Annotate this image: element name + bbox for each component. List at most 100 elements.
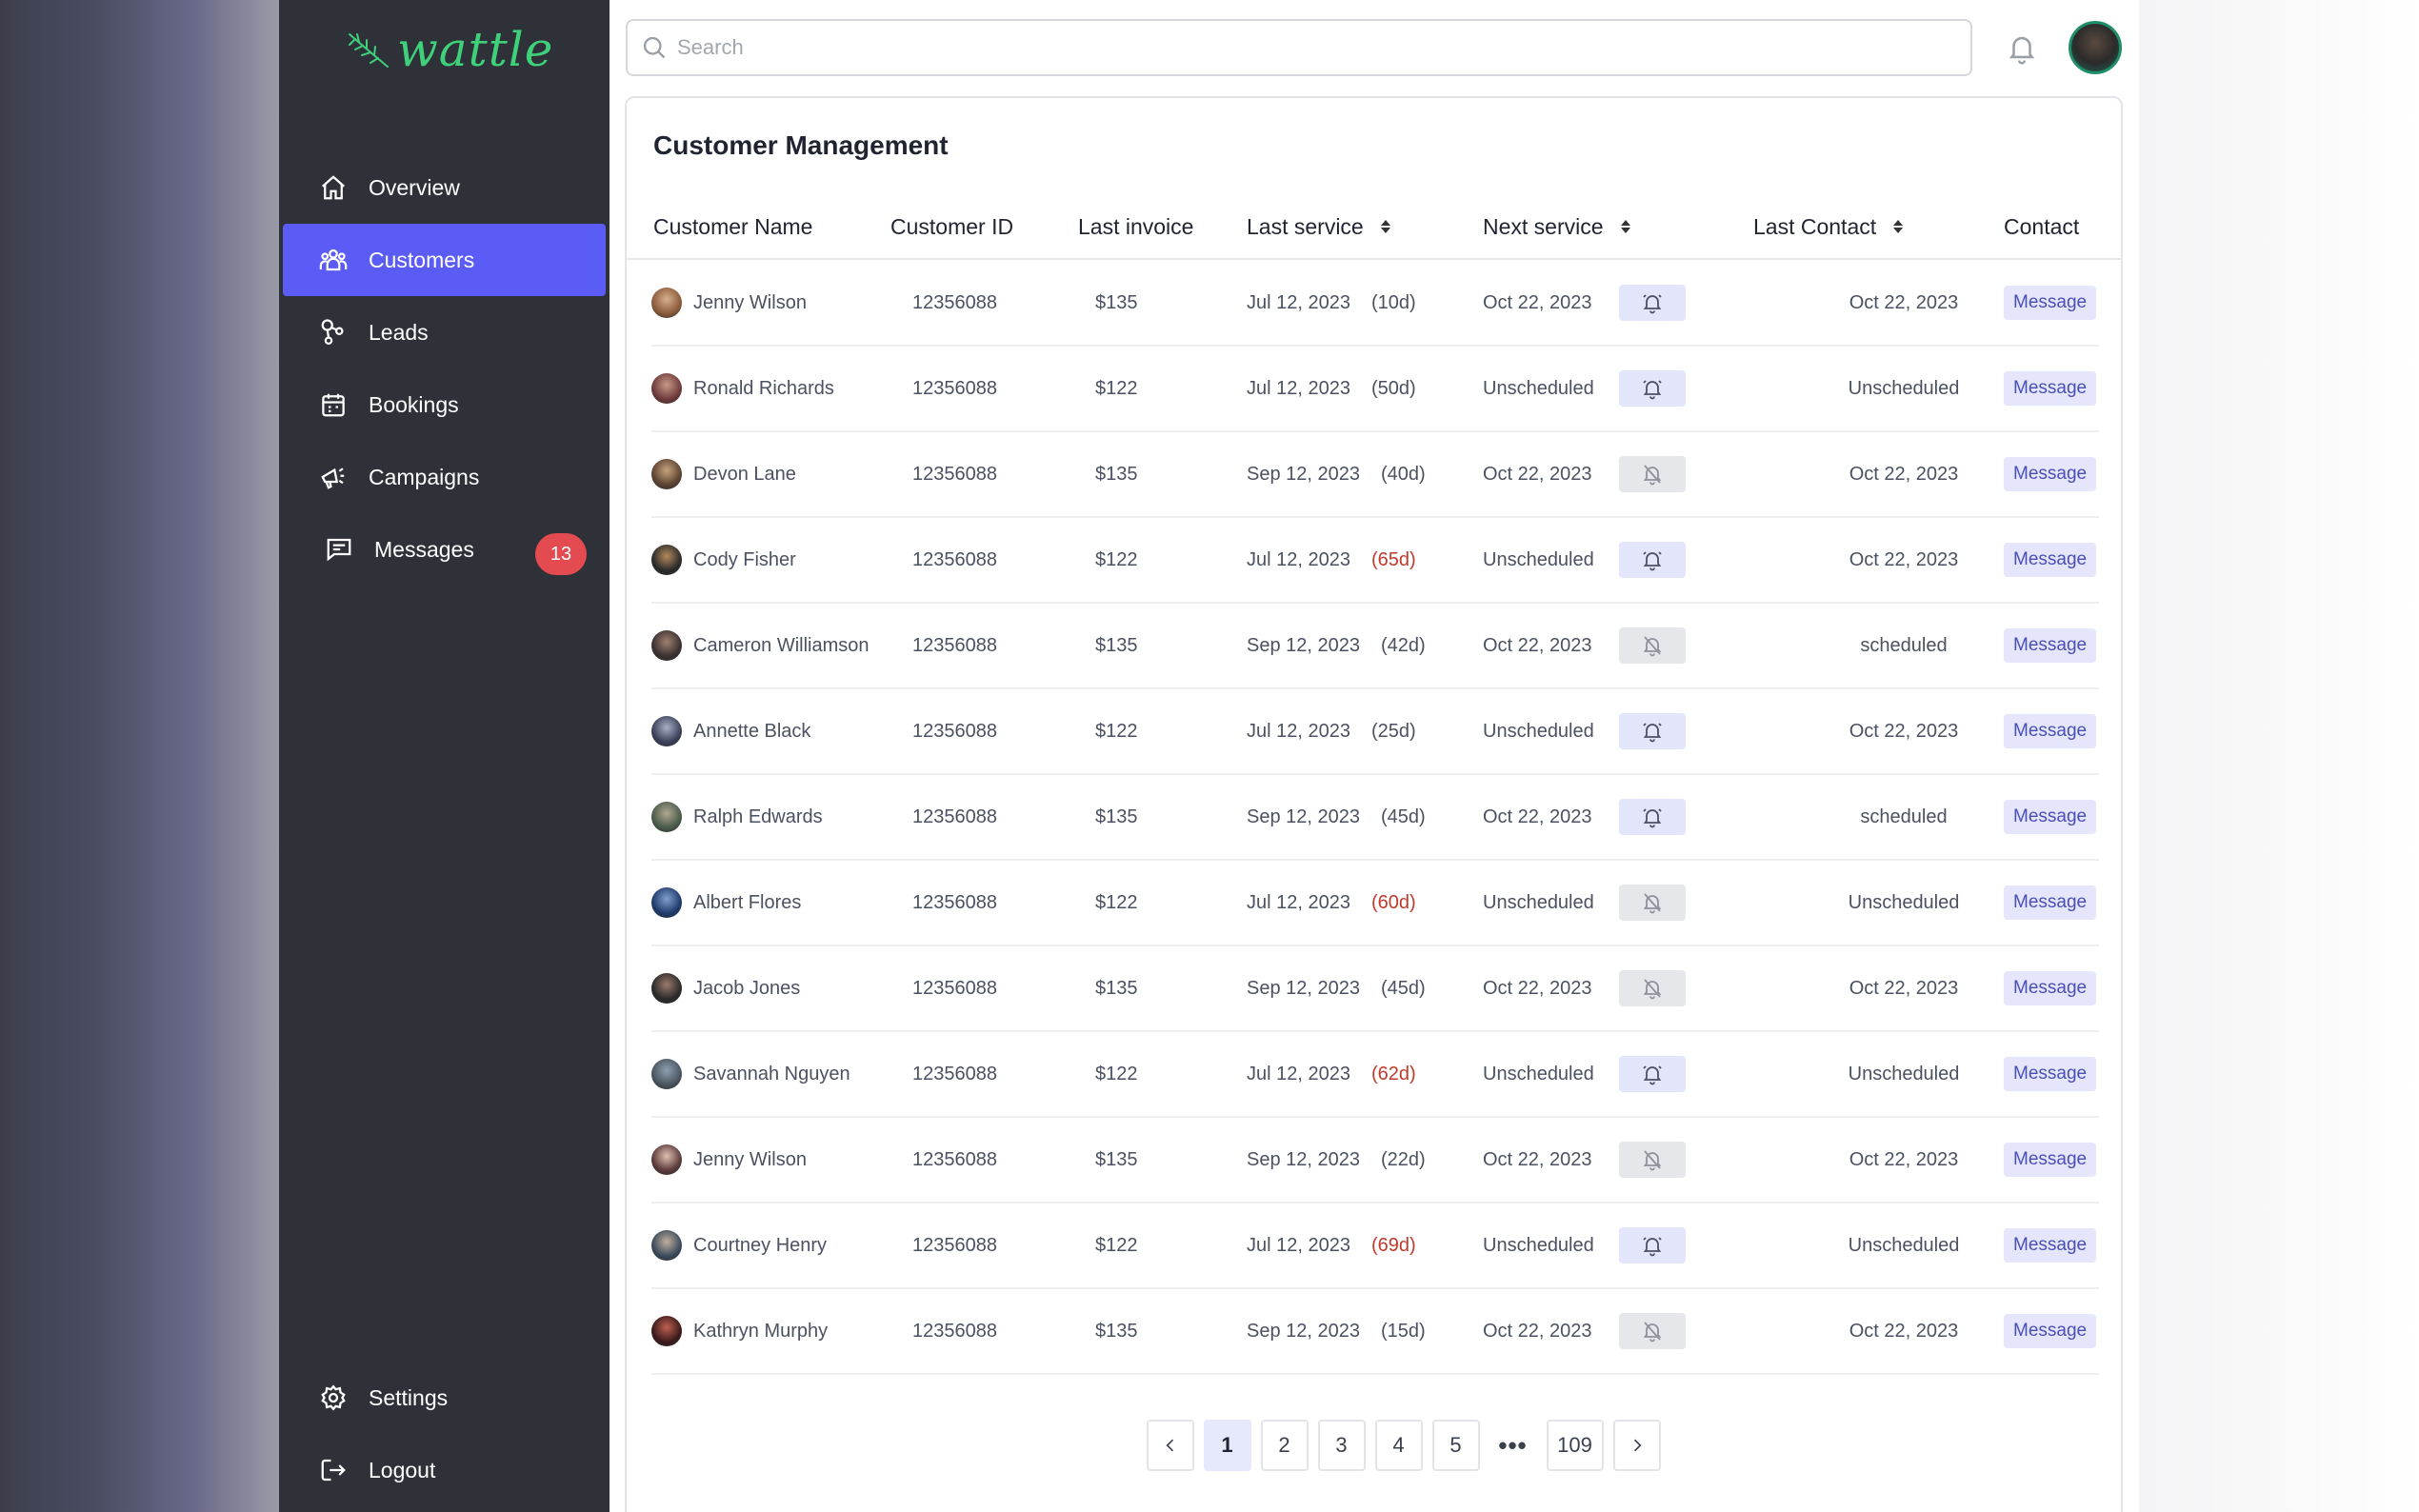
logo[interactable]: wattle [346, 21, 553, 78]
customer-name-cell[interactable]: Cameron Williamson [651, 604, 870, 687]
customer-name-cell[interactable]: Annette Black [651, 689, 810, 773]
table-row[interactable]: Cameron Williamson 12356088 $135 Sep 12, 20… [651, 604, 2099, 689]
customer-avatar [651, 1230, 682, 1261]
last-service-cell: Jul 12, 2023 (65d) [1247, 518, 1416, 602]
message-button[interactable]: Message [2004, 885, 2097, 920]
reminder-toggle-button[interactable] [1619, 1142, 1686, 1178]
customer-name-cell[interactable]: Jacob Jones [651, 946, 800, 1030]
customer-name: Albert Flores [693, 891, 802, 913]
sidebar-item-overview[interactable]: Overview [283, 151, 606, 224]
customer-name-cell[interactable]: Albert Flores [651, 861, 801, 945]
customer-name-cell[interactable]: Kathryn Murphy [651, 1289, 828, 1373]
message-button[interactable]: Message [2004, 457, 2097, 491]
message-button[interactable]: Message [2004, 800, 2097, 834]
sidebar-item-customers[interactable]: Customers [283, 224, 606, 296]
message-button[interactable]: Message [2004, 628, 2097, 663]
page-button-2[interactable]: 2 [1260, 1420, 1309, 1471]
message-button[interactable]: Message [2004, 286, 2097, 320]
sidebar-item-leads[interactable]: Leads [283, 296, 606, 368]
days-since-service: (22d) [1381, 1148, 1426, 1170]
page-button-5[interactable]: 5 [1431, 1420, 1480, 1471]
customer-name-cell[interactable]: Cody Fisher [651, 518, 796, 602]
page-button-1[interactable]: 1 [1203, 1420, 1251, 1471]
column-header-last-service[interactable]: Last service [1247, 193, 1390, 260]
table-row[interactable]: Albert Flores 12356088 $122 Jul 12, 2023 (60… [651, 861, 2099, 946]
table-row[interactable]: Jenny Wilson 12356088 $135 Sep 12, 2023 (22d… [651, 1118, 2099, 1204]
table-row[interactable]: Savannah Nguyen 12356088 $122 Jul 12, 2023 (… [651, 1032, 2099, 1118]
column-header-last-contact[interactable]: Last Contact [1753, 193, 1904, 260]
message-button[interactable]: Message [2004, 1314, 2097, 1348]
next-service: Unscheduled [1483, 377, 1594, 399]
table-row[interactable]: Jacob Jones 12356088 $135 Sep 12, 2023 (45d)… [651, 946, 2099, 1032]
customer-name-cell[interactable]: Ronald Richards [651, 347, 834, 430]
table-row[interactable]: Ronald Richards 12356088 $122 Jul 12, 2023 (… [651, 347, 2099, 432]
notifications-bell-icon[interactable] [2006, 30, 2038, 65]
table-row[interactable]: Courtney Henry 12356088 $122 Jul 12, 2023 (6… [651, 1204, 2099, 1289]
sidebar-item-settings[interactable]: Settings [283, 1362, 606, 1434]
message-button[interactable]: Message [2004, 971, 2097, 1005]
message-button[interactable]: Message [2004, 371, 2097, 406]
customer-name-cell[interactable]: Courtney Henry [651, 1204, 827, 1287]
last-contact: Oct 22, 2023 [1849, 1320, 1959, 1342]
search-input[interactable] [677, 35, 1915, 60]
next-service: Unscheduled [1483, 1063, 1594, 1084]
next-page-button[interactable] [1612, 1420, 1661, 1471]
table-row[interactable]: Jenny Wilson 12356088 $135 Jul 12, 2023 (10d… [651, 261, 2099, 347]
reminder-toggle-button[interactable] [1619, 1056, 1686, 1092]
sidebar-item-label: Settings [369, 1384, 449, 1410]
customer-name: Cody Fisher [693, 548, 796, 570]
sidebar-item-bookings[interactable]: Bookings [283, 368, 606, 441]
page-button-4[interactable]: 4 [1374, 1420, 1423, 1471]
bell-icon [1641, 548, 1664, 571]
column-header-next-service[interactable]: Next service [1483, 193, 1630, 260]
reminder-toggle-button[interactable] [1619, 1313, 1686, 1349]
reminder-toggle-button[interactable] [1619, 542, 1686, 578]
table-row[interactable]: Devon Lane 12356088 $135 Sep 12, 2023 (40d) O… [651, 432, 2099, 518]
sidebar-item-logout[interactable]: Logout [283, 1434, 606, 1506]
reminder-toggle-button[interactable] [1619, 1227, 1686, 1263]
page-button-last[interactable]: 109 [1546, 1420, 1604, 1471]
message-button[interactable]: Message [2004, 1057, 2097, 1091]
message-button[interactable]: Message [2004, 1228, 2097, 1263]
customer-name-cell[interactable]: Jenny Wilson [651, 261, 807, 345]
search-bar[interactable] [626, 19, 1972, 76]
sidebar-item-messages[interactable]: Messages 13 [283, 513, 606, 586]
reminder-toggle-button[interactable] [1619, 285, 1686, 321]
customer-name-cell[interactable]: Savannah Nguyen [651, 1032, 850, 1116]
table-row[interactable]: Ralph Edwards 12356088 $135 Sep 12, 2023 (45… [651, 775, 2099, 861]
sort-icon[interactable] [1893, 220, 1904, 233]
customer-management-panel: Customer Management Customer Name Custom… [625, 96, 2123, 1512]
sidebar-item-label: Customers [369, 247, 475, 272]
sort-icon[interactable] [1620, 220, 1630, 233]
user-avatar[interactable] [2069, 21, 2122, 74]
last-contact: Unscheduled [1848, 1234, 1960, 1256]
message-button[interactable]: Message [2004, 714, 2097, 748]
sort-icon[interactable] [1380, 220, 1390, 233]
table-row[interactable]: Kathryn Murphy 12356088 $135 Sep 12, 2023 (1… [651, 1289, 2099, 1375]
customer-name-cell[interactable]: Ralph Edwards [651, 775, 823, 859]
customer-id: 12356088 [912, 1320, 997, 1342]
reminder-cell [1619, 1032, 1686, 1116]
reminder-toggle-button[interactable] [1619, 713, 1686, 749]
customer-name: Ralph Edwards [693, 806, 823, 827]
reminder-toggle-button[interactable] [1619, 799, 1686, 835]
table-row[interactable]: Annette Black 12356088 $122 Jul 12, 2023 (25… [651, 689, 2099, 775]
reminder-toggle-button[interactable] [1619, 627, 1686, 664]
table-row[interactable]: Cody Fisher 12356088 $122 Jul 12, 2023 (65d)… [651, 518, 2099, 604]
page-button-3[interactable]: 3 [1317, 1420, 1366, 1471]
last-service-cell: Sep 12, 2023 (40d) [1247, 432, 1426, 516]
customer-name-cell[interactable]: Jenny Wilson [651, 1118, 807, 1202]
message-button[interactable]: Message [2004, 1143, 2097, 1177]
customer-name-cell[interactable]: Devon Lane [651, 432, 796, 516]
previous-page-button[interactable] [1146, 1420, 1194, 1471]
days-since-service: (45d) [1381, 806, 1426, 827]
message-button[interactable]: Message [2004, 543, 2097, 577]
contact-cell: Message [2004, 432, 2097, 516]
chevron-left-icon [1165, 1439, 1173, 1452]
reminder-toggle-button[interactable] [1619, 970, 1686, 1006]
reminder-toggle-button[interactable] [1619, 456, 1686, 492]
reminder-toggle-button[interactable] [1619, 370, 1686, 407]
reminder-toggle-button[interactable] [1619, 885, 1686, 921]
last-invoice: $135 [1095, 291, 1138, 313]
sidebar-item-campaigns[interactable]: Campaigns [283, 441, 606, 513]
